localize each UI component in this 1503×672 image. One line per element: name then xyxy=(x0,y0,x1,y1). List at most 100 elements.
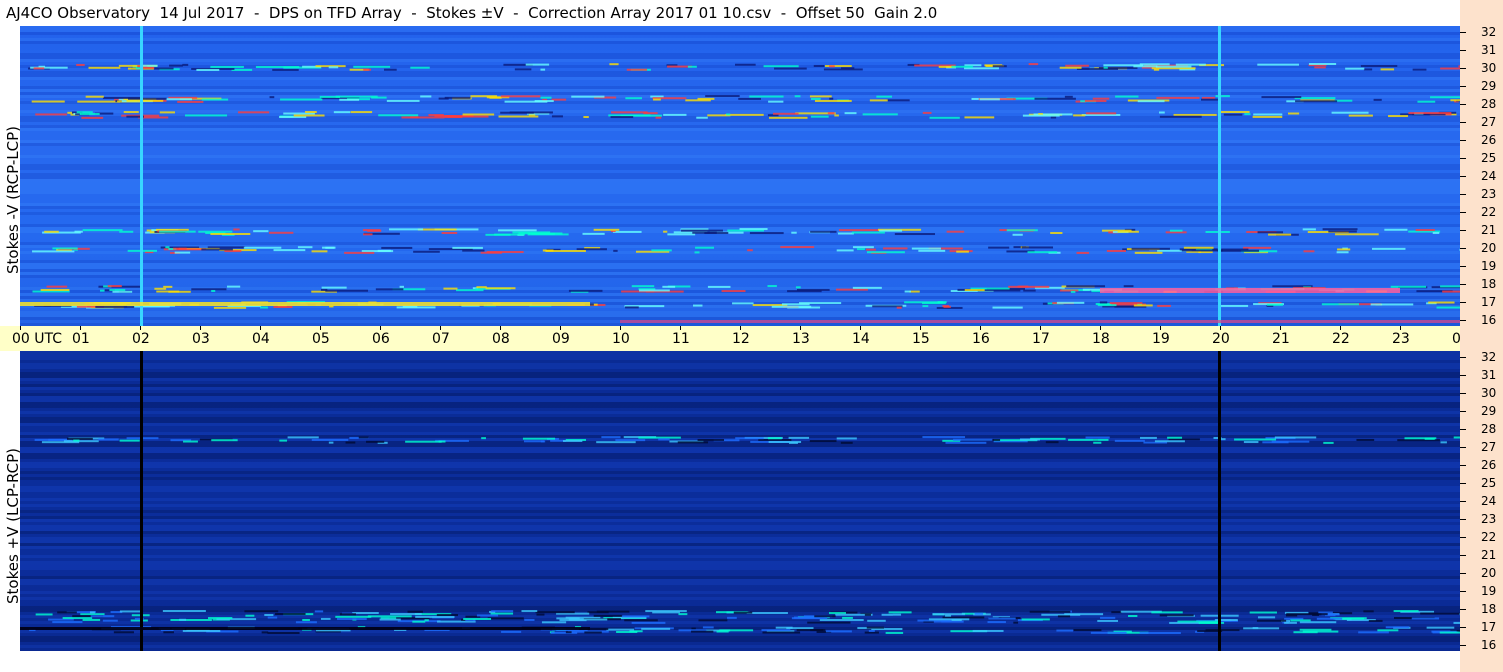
rfi-speckle xyxy=(819,619,864,622)
rfi-speckle xyxy=(735,437,764,440)
rfi-speckle xyxy=(746,612,788,615)
spectrum-band xyxy=(20,272,1460,275)
rfi-speckle xyxy=(631,621,666,624)
freq-tick xyxy=(1460,411,1466,412)
rfi-speckle xyxy=(663,113,687,116)
rfi-speckle xyxy=(851,231,885,234)
spectrum-band xyxy=(20,185,1460,188)
rfi-speckle xyxy=(810,629,826,632)
freq-tick xyxy=(1460,555,1466,556)
rfi-speckle xyxy=(156,290,180,293)
freq-tick-label: 26 xyxy=(1481,458,1497,472)
freq-tick-label: 26 xyxy=(1481,133,1497,147)
rfi-speckle xyxy=(163,631,174,634)
rfi-speckle xyxy=(576,248,607,251)
rfi-speckle xyxy=(545,249,586,252)
spectrum-band xyxy=(20,206,1460,209)
spectrum-band xyxy=(20,639,1460,642)
freq-tick xyxy=(1460,194,1466,195)
rfi-speckle xyxy=(946,230,965,233)
rfi-speckle xyxy=(1345,67,1365,70)
rfi-speckle xyxy=(378,114,419,117)
rfi-speckle xyxy=(836,249,854,252)
time-tick-label: 14 xyxy=(852,331,870,347)
rfi-speckle xyxy=(551,115,563,118)
rfi-speckle xyxy=(1109,302,1143,305)
spectrum-band xyxy=(20,429,1460,432)
rfi-speckle xyxy=(541,621,567,624)
rfi-speckle xyxy=(1390,285,1427,288)
time-tick xyxy=(320,326,321,330)
rfi-speckle xyxy=(568,289,603,292)
rfi-speckle xyxy=(174,251,191,254)
spectrum-band xyxy=(20,582,1460,585)
rfi-speckle xyxy=(550,631,578,634)
rfi-speckle xyxy=(655,116,662,119)
spectrum-band xyxy=(20,585,1460,588)
rfi-speckle xyxy=(988,246,1010,249)
rfi-speckle xyxy=(424,619,429,622)
rfi-speckle xyxy=(909,290,920,293)
spectrum-band xyxy=(20,411,1460,414)
rfi-speckle xyxy=(1097,304,1117,307)
rfi-speckle xyxy=(615,439,646,442)
rfi-speckle xyxy=(1103,66,1108,69)
rfi-speckle xyxy=(1056,301,1085,304)
rfi-speckle xyxy=(1363,610,1374,613)
rfi-speckle xyxy=(942,305,950,308)
rfi-speckle xyxy=(829,65,835,68)
rfi-speckle xyxy=(159,111,175,114)
rfi-speckle xyxy=(1201,96,1215,99)
rfi-speckle xyxy=(763,65,799,68)
spectrum-band xyxy=(20,203,1460,206)
rfi-speckle xyxy=(698,619,728,622)
rfi-speckle xyxy=(1093,441,1102,444)
rfi-speckle xyxy=(386,99,420,102)
rfi-speckle xyxy=(641,627,671,630)
rfi-speckle xyxy=(314,610,324,613)
rfi-speckle xyxy=(667,233,696,236)
rfi-speckle xyxy=(328,441,334,444)
freq-tick xyxy=(1460,320,1466,321)
rfi-speckle xyxy=(366,440,385,443)
freq-tick xyxy=(1460,176,1466,177)
rfi-speckle xyxy=(112,290,133,293)
rfi-speckle xyxy=(73,439,80,442)
freq-tick-label: 18 xyxy=(1481,602,1497,616)
rfi-speckle xyxy=(844,112,857,115)
bottom-pad xyxy=(0,651,1460,672)
spectrum-band xyxy=(20,224,1460,227)
rfi-speckle xyxy=(1261,96,1302,99)
rfi-speckle xyxy=(662,285,676,288)
spectrum-band xyxy=(20,351,1460,354)
spectrum-band xyxy=(20,555,1460,558)
spectrum-band xyxy=(20,519,1460,522)
rfi-speckle xyxy=(1439,631,1460,634)
spectrum-band xyxy=(20,369,1460,372)
rfi-speckle xyxy=(1100,616,1116,619)
rfi-speckle xyxy=(350,111,373,114)
rfi-speckle xyxy=(1302,630,1339,633)
rfi-speckle xyxy=(972,629,1004,632)
burst-band xyxy=(1100,288,1400,293)
rfi-speckle xyxy=(540,96,552,99)
rfi-speckle xyxy=(80,613,105,616)
rfi-speckle xyxy=(825,630,852,633)
time-tick xyxy=(620,326,621,330)
rfi-speckle xyxy=(565,631,572,634)
rfi-speckle xyxy=(625,306,639,309)
freq-tick xyxy=(1460,248,1466,249)
rfi-speckle xyxy=(624,619,658,622)
rfi-speckle xyxy=(476,614,499,617)
rfi-speckle xyxy=(159,230,196,233)
rfi-speckle xyxy=(852,286,882,289)
spectrum-band xyxy=(20,197,1460,200)
rfi-speckle xyxy=(500,95,541,98)
spectrum-band xyxy=(20,474,1460,477)
rfi-speckle xyxy=(928,618,970,621)
freq-tick-label: 21 xyxy=(1481,223,1497,237)
spectrum-band xyxy=(20,645,1460,648)
rfi-speckle xyxy=(1133,304,1153,307)
rfi-speckle xyxy=(1020,438,1040,441)
rfi-speckle xyxy=(1411,617,1440,620)
